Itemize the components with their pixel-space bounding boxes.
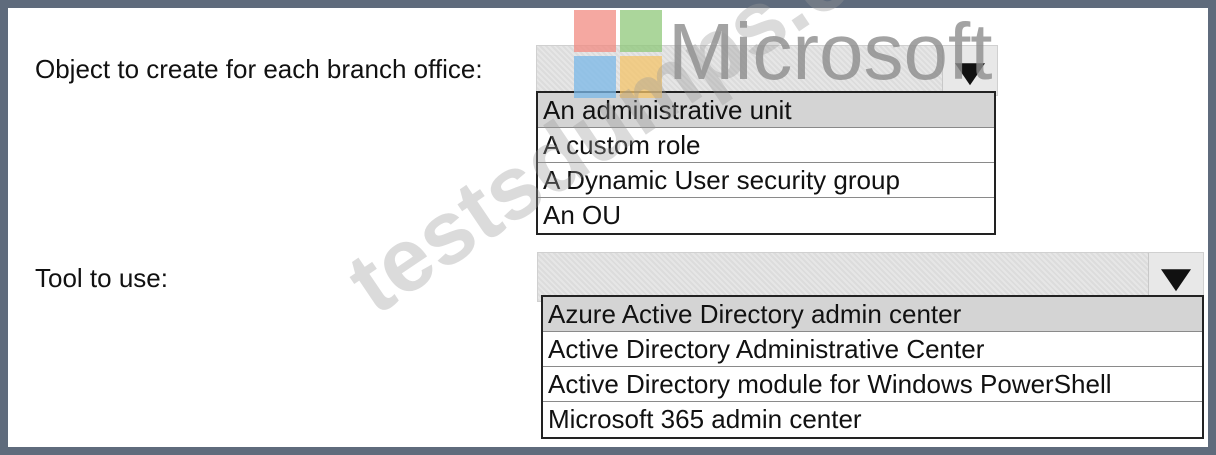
- microsoft-watermark-text: Microsoft: [668, 7, 993, 96]
- chevron-down-icon: [1161, 269, 1191, 292]
- option-administrative-unit[interactable]: An administrative unit: [538, 93, 994, 128]
- option-dynamic-user-security-group[interactable]: A Dynamic User security group: [538, 163, 994, 198]
- option-azure-ad-admin-center[interactable]: Azure Active Directory admin center: [543, 297, 1202, 332]
- tool-options-list: Azure Active Directory admin center Acti…: [541, 295, 1204, 439]
- tool-to-use-label: Tool to use:: [35, 263, 168, 293]
- object-options-list: An administrative unit A custom role A D…: [536, 91, 996, 235]
- option-m365-admin-center[interactable]: Microsoft 365 admin center: [543, 402, 1202, 437]
- option-ad-module-powershell[interactable]: Active Directory module for Windows Powe…: [543, 367, 1202, 402]
- tool-dropdown-toggle[interactable]: [1148, 253, 1203, 301]
- option-ou[interactable]: An OU: [538, 198, 994, 233]
- option-custom-role[interactable]: A custom role: [538, 128, 994, 163]
- option-ad-administrative-center[interactable]: Active Directory Administrative Center: [543, 332, 1202, 367]
- object-to-create-label: Object to create for each branch office:: [35, 54, 483, 84]
